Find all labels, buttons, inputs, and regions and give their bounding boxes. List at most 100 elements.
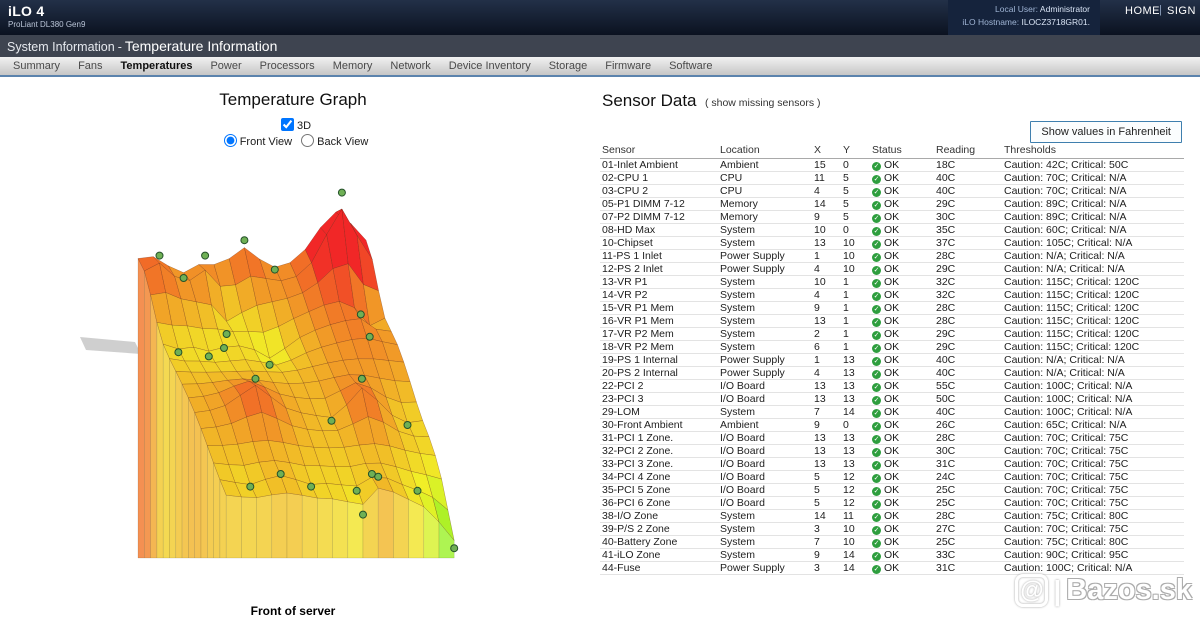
status-cell: ✓OK: [870, 393, 934, 406]
tab-summary[interactable]: Summary: [4, 60, 69, 72]
thresholds-cell: Caution: 89C; Critical: N/A: [1002, 211, 1184, 224]
location-cell: Ambient: [718, 419, 812, 432]
status-text: OK: [884, 393, 899, 405]
status-text: OK: [884, 302, 899, 314]
tab-storage[interactable]: Storage: [540, 60, 597, 72]
sensor-row: 02-CPU 1CPU115✓OK40CCaution: 70C; Critic…: [600, 172, 1184, 185]
status-cell: ✓OK: [870, 172, 934, 185]
sensor-marker: [205, 353, 212, 360]
sensor-name-cell: 22-PCI 2: [600, 380, 718, 393]
status-ok-icon: ✓: [872, 526, 881, 535]
x-cell: 5: [812, 497, 841, 510]
status-ok-icon: ✓: [872, 162, 881, 171]
y-cell: 5: [841, 172, 870, 185]
status-text: OK: [884, 341, 899, 353]
sensor-row: 01-Inlet AmbientAmbient150✓OK18CCaution:…: [600, 159, 1184, 172]
reading-cell: 29C: [934, 263, 1002, 276]
3d-checkbox[interactable]: [281, 118, 294, 131]
sensor-row: 03-CPU 2CPU45✓OK40CCaution: 70C; Critica…: [600, 185, 1184, 198]
reading-cell: 50C: [934, 393, 1002, 406]
y-cell: 14: [841, 562, 870, 575]
sensor-marker: [202, 252, 209, 259]
home-link[interactable]: HOME: [1125, 5, 1160, 17]
thresholds-cell: Caution: N/A; Critical: N/A: [1002, 354, 1184, 367]
sensor-row: 29-LOMSystem714✓OK40CCaution: 100C; Crit…: [600, 406, 1184, 419]
status-text: OK: [884, 289, 899, 301]
y-cell: 5: [841, 211, 870, 224]
tab-device-inventory[interactable]: Device Inventory: [440, 60, 540, 72]
reading-cell: 25C: [934, 536, 1002, 549]
sensor-row: 23-PCI 3I/O Board1313✓OK50CCaution: 100C…: [600, 393, 1184, 406]
tab-memory[interactable]: Memory: [324, 60, 382, 72]
reading-cell: 27C: [934, 523, 1002, 536]
tab-fans[interactable]: Fans: [69, 60, 111, 72]
location-cell: System: [718, 510, 812, 523]
tab-temperatures[interactable]: Temperatures: [112, 60, 202, 72]
status-ok-icon: ✓: [872, 305, 881, 314]
fahrenheit-button[interactable]: Show values in Fahrenheit: [1030, 121, 1182, 143]
sensor-name-cell: 30-Front Ambient: [600, 419, 718, 432]
status-ok-icon: ✓: [872, 422, 881, 431]
location-cell: System: [718, 289, 812, 302]
sensor-row: 05-P1 DIMM 7-12Memory145✓OK29CCaution: 8…: [600, 198, 1184, 211]
sensor-table: SensorLocationXYStatusReadingThresholds …: [600, 144, 1184, 575]
y-cell: 0: [841, 224, 870, 237]
thresholds-cell: Caution: 115C; Critical: 120C: [1002, 328, 1184, 341]
top-header: iLO 4 ProLiant DL380 Gen9 Local User: Ad…: [0, 0, 1200, 35]
status-cell: ✓OK: [870, 419, 934, 432]
sensor-row: 19-PS 1 InternalPower Supply113✓OK40CCau…: [600, 354, 1184, 367]
status-text: OK: [884, 445, 899, 457]
server-model: ProLiant DL380 Gen9: [8, 20, 85, 29]
tab-software[interactable]: Software: [660, 60, 721, 72]
tab-processors[interactable]: Processors: [251, 60, 324, 72]
location-cell: I/O Board: [718, 484, 812, 497]
x-cell: 3: [812, 523, 841, 536]
status-cell: ✓OK: [870, 159, 934, 172]
reading-cell: 25C: [934, 484, 1002, 497]
status-text: OK: [884, 211, 899, 223]
status-text: OK: [884, 458, 899, 470]
status-cell: ✓OK: [870, 471, 934, 484]
status-cell: ✓OK: [870, 289, 934, 302]
x-cell: 3: [812, 562, 841, 575]
sensor-name-cell: 35-PCI 5 Zone: [600, 484, 718, 497]
column-header-y: Y: [841, 144, 870, 159]
sensor-name-cell: 17-VR P2 Mem: [600, 328, 718, 341]
sensor-name-cell: 14-VR P2: [600, 289, 718, 302]
y-cell: 1: [841, 302, 870, 315]
thresholds-cell: Caution: 70C; Critical: 75C: [1002, 497, 1184, 510]
status-ok-icon: ✓: [872, 513, 881, 522]
status-ok-icon: ✓: [872, 539, 881, 548]
status-ok-icon: ✓: [872, 214, 881, 223]
front-view-radio[interactable]: [224, 134, 237, 147]
location-cell: Power Supply: [718, 250, 812, 263]
status-cell: ✓OK: [870, 549, 934, 562]
x-cell: 4: [812, 185, 841, 198]
x-cell: 13: [812, 393, 841, 406]
sensor-name-cell: 40-Battery Zone: [600, 536, 718, 549]
sensor-name-cell: 10-Chipset: [600, 237, 718, 250]
sensor-row: 35-PCI 5 ZoneI/O Board512✓OK25CCaution: …: [600, 484, 1184, 497]
thresholds-cell: Caution: 115C; Critical: 120C: [1002, 341, 1184, 354]
x-cell: 9: [812, 211, 841, 224]
x-cell: 13: [812, 432, 841, 445]
sensor-name-cell: 39-P/S 2 Zone: [600, 523, 718, 536]
back-view-radio[interactable]: [301, 134, 314, 147]
show-missing-sensors-link[interactable]: ( show missing sensors ): [705, 97, 821, 109]
tab-power[interactable]: Power: [201, 60, 250, 72]
sensor-marker: [358, 375, 365, 382]
status-cell: ✓OK: [870, 263, 934, 276]
status-text: OK: [884, 406, 899, 418]
3d-checkbox-label: 3D: [297, 120, 311, 132]
status-cell: ✓OK: [870, 380, 934, 393]
tab-network[interactable]: Network: [381, 60, 439, 72]
column-header-x: X: [812, 144, 841, 159]
status-text: OK: [884, 328, 899, 340]
tab-firmware[interactable]: Firmware: [596, 60, 660, 72]
location-cell: System: [718, 302, 812, 315]
status-ok-icon: ✓: [872, 487, 881, 496]
x-cell: 10: [812, 276, 841, 289]
sign-out-link[interactable]: SIGN OUT: [1167, 5, 1200, 17]
reading-cell: 40C: [934, 354, 1002, 367]
bazos-watermark: @ | Bazos.sk: [1015, 574, 1192, 607]
